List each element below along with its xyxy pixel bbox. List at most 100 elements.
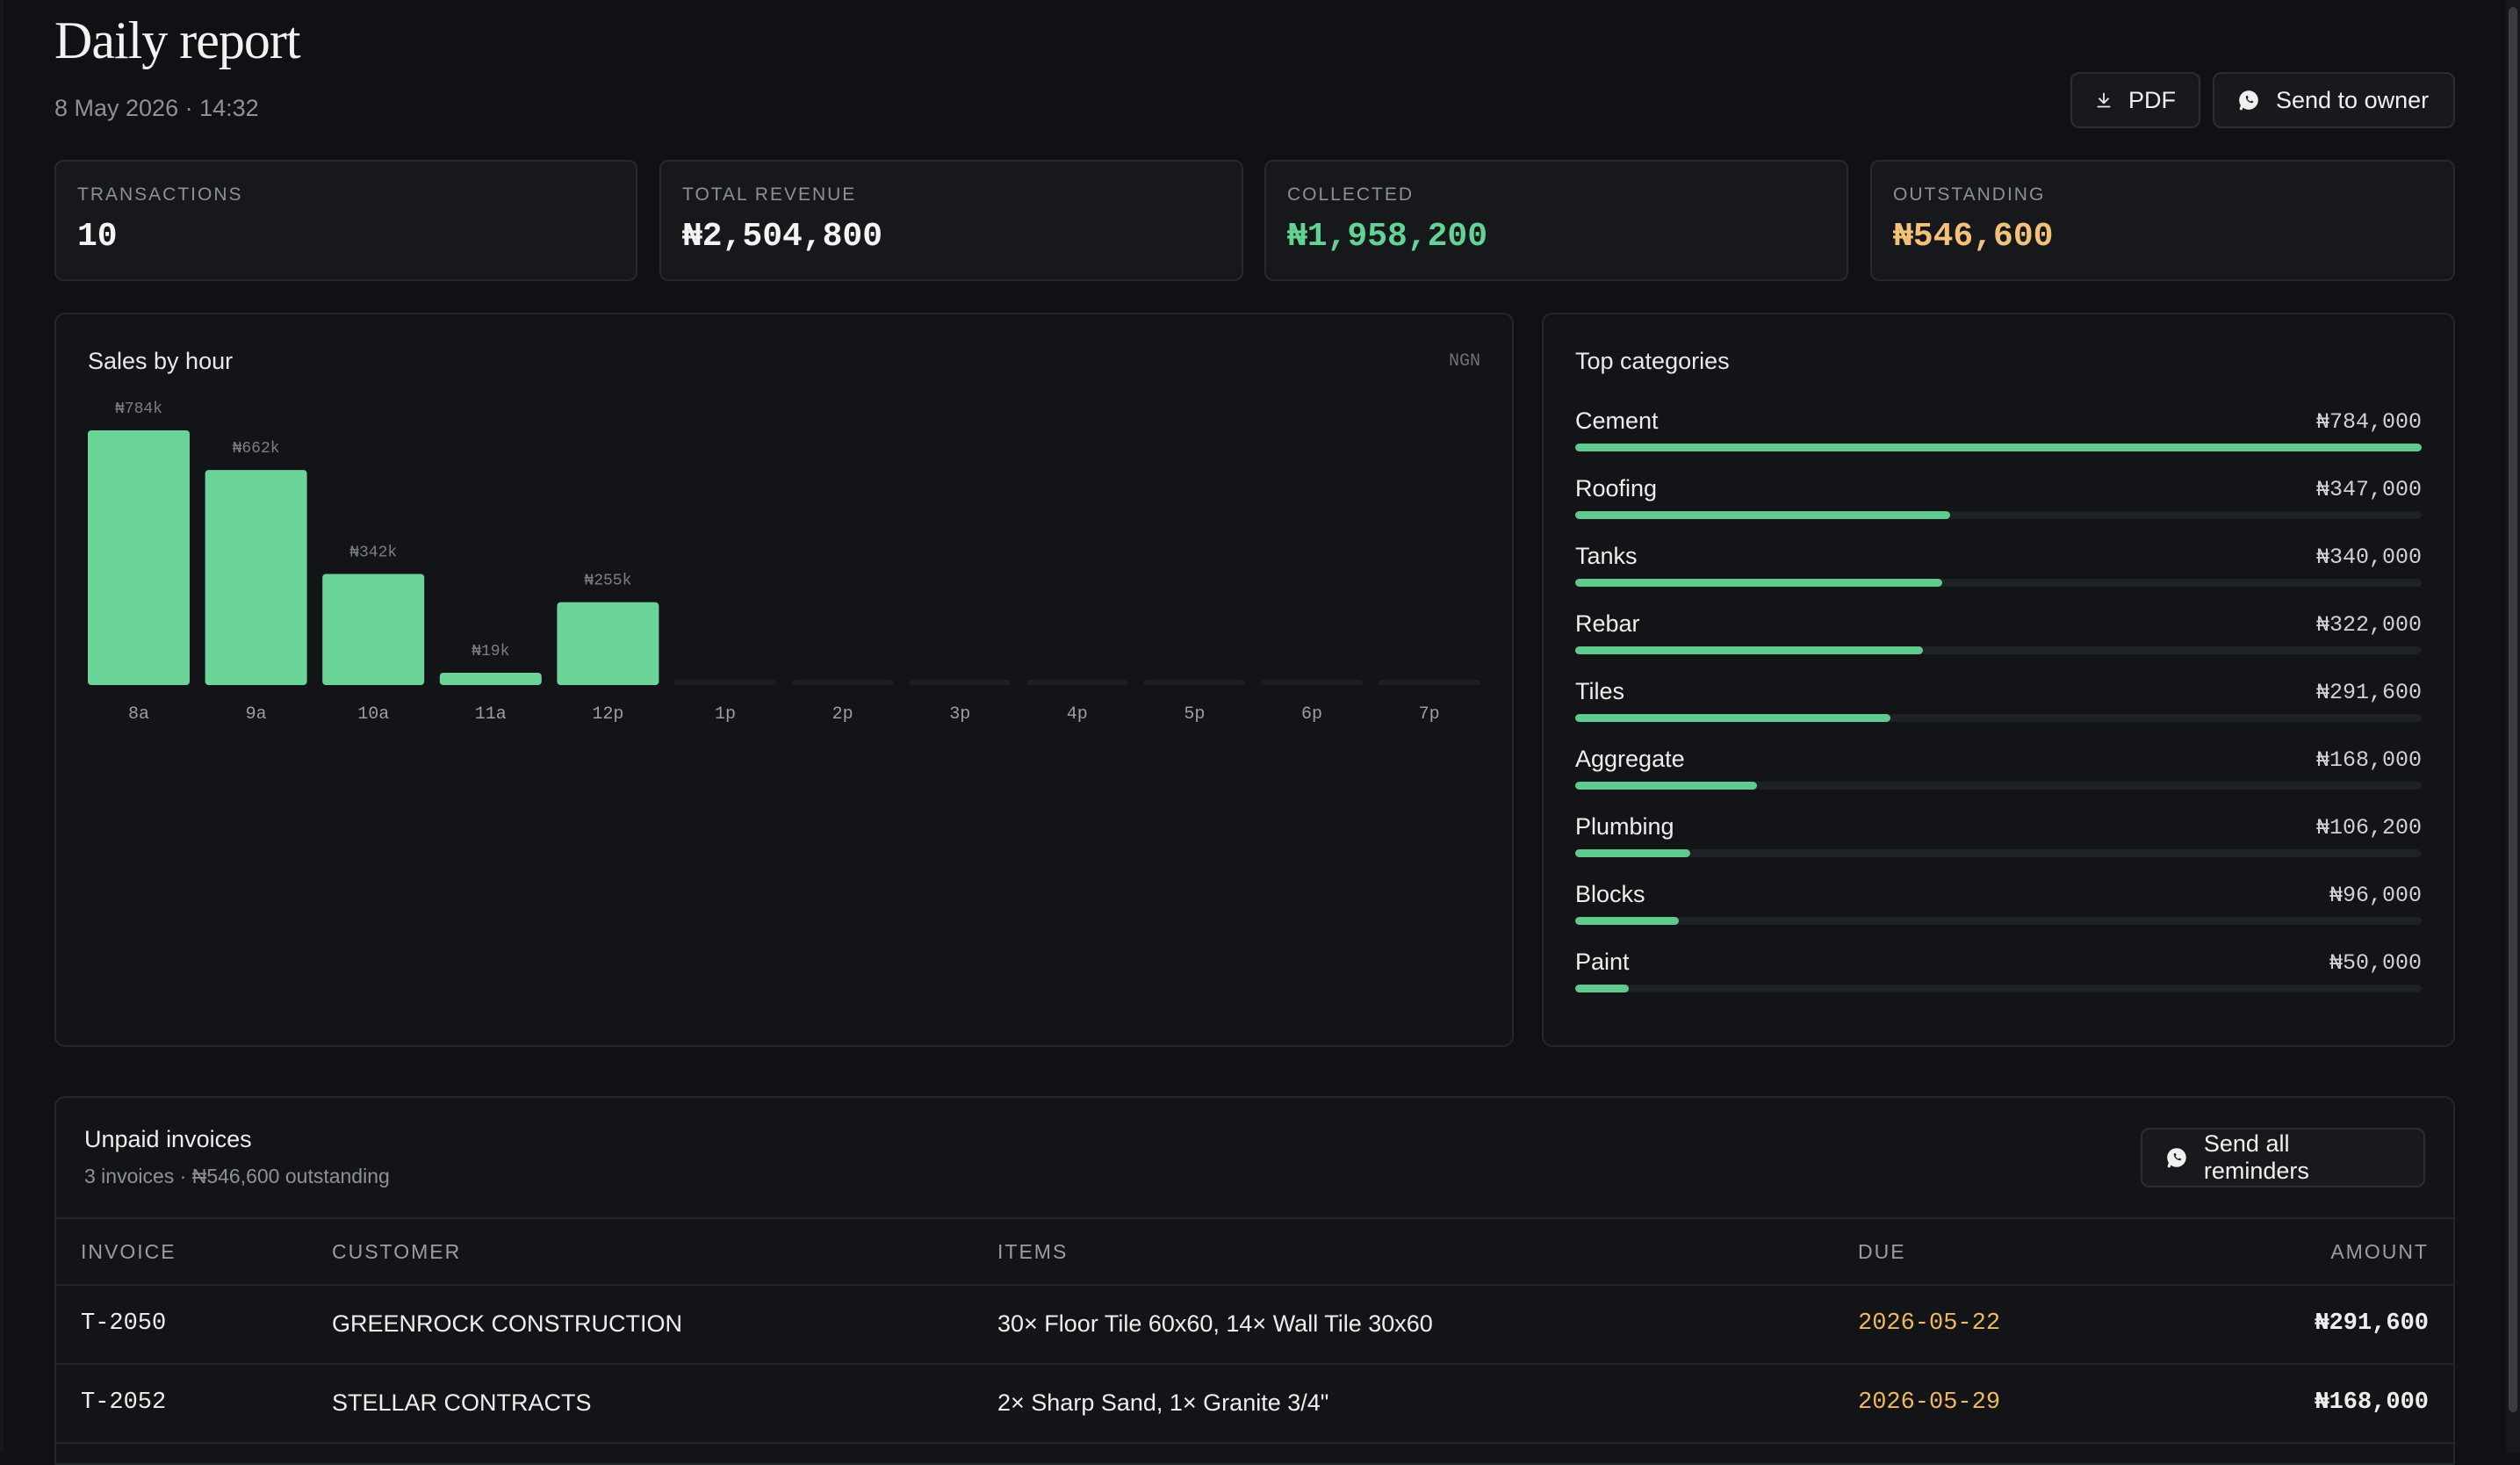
x-tick-9a: 9a bbox=[246, 704, 267, 725]
column-header-amount: AMOUNT bbox=[2330, 1240, 2429, 1263]
table-row[interactable]: T-2052 STELLAR CONTRACTS 2× Sharp Sand, … bbox=[56, 1365, 2453, 1444]
invoice-amount: ₦168,000 bbox=[2315, 1389, 2429, 1416]
data-label-8a: ₦784k bbox=[115, 401, 162, 418]
category-bar-track bbox=[1575, 849, 2422, 857]
bar-3p bbox=[909, 680, 1012, 685]
invoice-id: T-2050 bbox=[81, 1310, 167, 1337]
kpi-label: TRANSACTIONS bbox=[77, 184, 243, 205]
category-row: Rebar ₦322,000 bbox=[1575, 610, 2422, 678]
x-tick-1p: 1p bbox=[715, 704, 736, 725]
page-title: Daily report bbox=[54, 11, 301, 69]
category-value: ₦784,000 bbox=[2315, 409, 2422, 435]
column-header-items: ITEMS bbox=[997, 1240, 1069, 1263]
bar-8a bbox=[88, 430, 190, 685]
sales-bar-chart: ₦784k 8a ₦662k 9a ₦342k 10a ₦19k 11a ₦255k 12p 1p 2… bbox=[88, 401, 1480, 725]
category-bar-track bbox=[1575, 646, 2422, 654]
download-icon bbox=[2097, 92, 2111, 108]
invoice-id: T-2052 bbox=[81, 1389, 167, 1416]
category-bar-track bbox=[1575, 444, 2422, 451]
bar-6p bbox=[1261, 680, 1363, 685]
data-label-12p: ₦255k bbox=[584, 573, 631, 590]
whatsapp-icon bbox=[2167, 1148, 2186, 1168]
category-bar-fill bbox=[1575, 985, 1630, 992]
x-tick-6p: 6p bbox=[1301, 704, 1322, 725]
data-label-10a: ₦342k bbox=[349, 544, 397, 561]
category-bar-fill bbox=[1575, 579, 1943, 587]
kpi-outstanding: OUTSTANDING ₦546,600 bbox=[1870, 160, 2455, 281]
column-header-due: DUE bbox=[1858, 1240, 1906, 1263]
category-name: Rebar bbox=[1575, 610, 1640, 637]
report-timestamp: 8 May 2026 · 14:32 bbox=[54, 95, 259, 121]
category-value: ₦106,200 bbox=[2315, 815, 2422, 841]
category-row: Roofing ₦347,000 bbox=[1575, 475, 2422, 543]
category-bar-track bbox=[1575, 985, 2422, 992]
top-categories-panel: Top categories Cement ₦784,000 Roofing ₦347… bbox=[1542, 313, 2455, 1047]
category-row: Tanks ₦340,000 bbox=[1575, 543, 2422, 610]
category-row: Cement ₦784,000 bbox=[1575, 408, 2422, 475]
category-bar-fill bbox=[1575, 444, 2422, 451]
table-row[interactable]: T-2050 GREENROCK CONSTRUCTION 30× Floor … bbox=[56, 1286, 2453, 1365]
x-tick-11a: 11a bbox=[475, 704, 507, 725]
kpi-total-revenue: TOTAL REVENUE ₦2,504,800 bbox=[659, 160, 1243, 281]
invoice-items: 30× Floor Tile 60x60, 14× Wall Tile 30x6… bbox=[997, 1310, 1433, 1337]
data-label-11a: ₦19k bbox=[472, 643, 509, 660]
category-bar-track bbox=[1575, 714, 2422, 722]
category-bar-fill bbox=[1575, 917, 1680, 925]
categories-panel-title: Top categories bbox=[1575, 348, 1730, 374]
x-tick-8a: 8a bbox=[128, 704, 149, 725]
customer-name: GREENROCK CONSTRUCTION bbox=[332, 1310, 683, 1337]
due-date: 2026-05-29 bbox=[1858, 1389, 2001, 1416]
kpi-label: COLLECTED bbox=[1287, 184, 1415, 205]
category-row: Blocks ₦96,000 bbox=[1575, 881, 2422, 949]
bar-7p bbox=[1378, 680, 1480, 685]
category-bar-track bbox=[1575, 579, 2422, 587]
category-name: Plumbing bbox=[1575, 813, 1674, 840]
kpi-label: TOTAL REVENUE bbox=[682, 184, 857, 205]
x-tick-3p: 3p bbox=[949, 704, 970, 725]
kpi-collected: COLLECTED ₦1,958,200 bbox=[1264, 160, 1848, 281]
kpi-value: ₦2,504,800 bbox=[682, 218, 883, 256]
category-name: Roofing bbox=[1575, 475, 1658, 502]
category-name: Tiles bbox=[1575, 678, 1625, 704]
bar-5p bbox=[1143, 680, 1246, 685]
kpi-transactions: TRANSACTIONS 10 bbox=[54, 160, 637, 281]
send-to-owner-button[interactable]: Send to owner bbox=[2213, 72, 2455, 128]
bar-12p bbox=[557, 602, 659, 685]
invoice-items: 2× Sharp Sand, 1× Granite 3/4" bbox=[997, 1389, 1329, 1416]
category-name: Aggregate bbox=[1575, 746, 1685, 772]
kpi-value: ₦546,600 bbox=[1893, 218, 2054, 256]
scrollbar[interactable] bbox=[2506, 0, 2520, 1453]
category-value: ₦168,000 bbox=[2315, 747, 2422, 773]
bar-11a bbox=[439, 673, 542, 685]
x-tick-7p: 7p bbox=[1419, 704, 1440, 725]
category-name: Paint bbox=[1575, 949, 1630, 975]
category-value: ₦322,000 bbox=[2315, 612, 2422, 638]
x-tick-12p: 12p bbox=[592, 704, 623, 725]
category-value: ₦340,000 bbox=[2315, 545, 2422, 570]
category-value: ₦50,000 bbox=[2329, 950, 2422, 976]
category-name: Tanks bbox=[1575, 543, 1638, 569]
column-header-customer: CUSTOMER bbox=[332, 1240, 462, 1263]
category-name: Blocks bbox=[1575, 881, 1645, 907]
bar-10a bbox=[322, 574, 425, 685]
category-value: ₦291,600 bbox=[2315, 680, 2422, 705]
category-value: ₦96,000 bbox=[2329, 883, 2422, 908]
x-tick-4p: 4p bbox=[1067, 704, 1088, 725]
data-label-9a: ₦662k bbox=[233, 440, 280, 458]
pdf-button[interactable]: PDF bbox=[2070, 72, 2200, 128]
customer-name: STELLAR CONTRACTS bbox=[332, 1389, 592, 1416]
category-bar-fill bbox=[1575, 849, 1690, 857]
pdf-button-label: PDF bbox=[2128, 86, 2176, 113]
page-edge bbox=[0, 0, 4, 1453]
bar-2p bbox=[791, 680, 894, 685]
category-bar-track bbox=[1575, 511, 2422, 519]
column-header-invoice: INVOICE bbox=[81, 1240, 176, 1263]
send-all-reminders-button[interactable]: Send all reminders bbox=[2141, 1128, 2425, 1187]
scrollbar-thumb[interactable] bbox=[2509, 7, 2517, 1412]
bar-9a bbox=[205, 470, 307, 685]
unpaid-summary: 3 invoices · ₦546,600 outstanding bbox=[84, 1165, 390, 1187]
category-name: Cement bbox=[1575, 408, 1659, 434]
unpaid-invoices-table: INVOICE CUSTOMER ITEMS DUE AMOUNT T-2050… bbox=[56, 1217, 2453, 1444]
kpi-value: ₦1,958,200 bbox=[1287, 218, 1488, 256]
bar-1p bbox=[674, 680, 776, 685]
